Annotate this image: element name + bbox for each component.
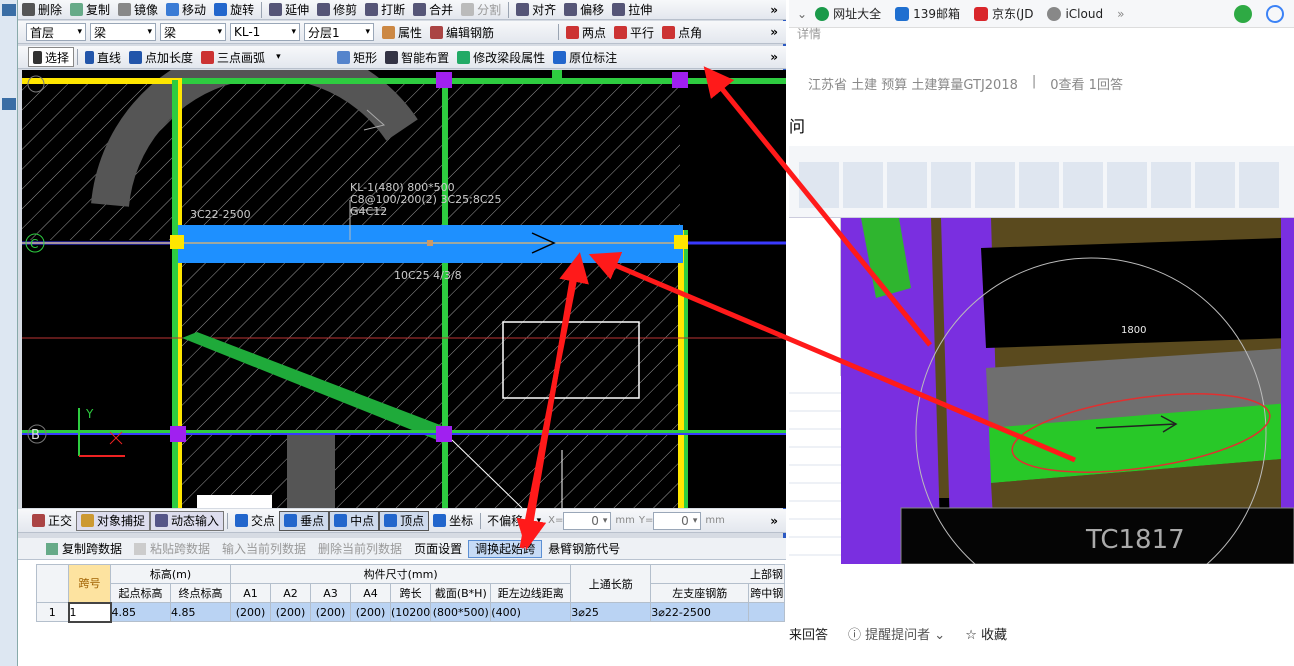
red-arrow: [516, 261, 578, 550]
red-arrow: [588, 251, 1076, 463]
annotation-overlay: [516, 66, 1076, 550]
red-arrow: [703, 66, 932, 347]
